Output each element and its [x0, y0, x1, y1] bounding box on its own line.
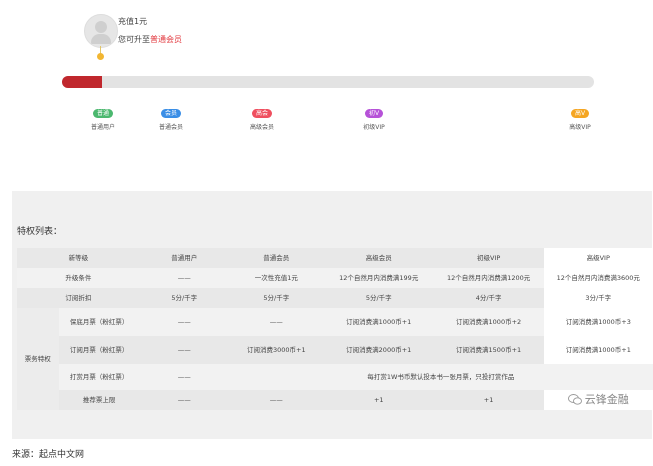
row-label: 升级条件: [17, 268, 140, 288]
table-cell: 3分/千字: [543, 288, 653, 308]
table-row: 票务特权 保底月票（粉红票） —— —— 订阅消费满1000币+1 订阅消费满1…: [17, 308, 653, 410]
table-header-row: 新等级 普通用户 普通会员 高级会员 初级VIP 高级VIP: [17, 248, 653, 268]
table-cell: 订阅消费满2000币+1: [323, 336, 434, 364]
membership-header: 充值1元 您可升至普通会员 普通 普通用户 会员 普通会员 高会 高级会员 初V…: [0, 0, 653, 190]
header-cell: 普通用户: [139, 248, 229, 268]
header-cell: 高级会员: [323, 248, 434, 268]
progress-pointer-dot: [97, 53, 104, 60]
level-badge: 高V: [570, 109, 590, 118]
avatar[interactable]: [84, 14, 118, 48]
level-badge: 高会: [251, 109, 272, 118]
table-cell: ——: [139, 336, 229, 364]
level-name: 初级VIP: [363, 124, 385, 131]
table-cell: 一次性充值1元: [228, 268, 324, 288]
section-title: 特权列表：: [17, 227, 63, 237]
row-label: 打赏月票（粉红票）: [58, 364, 140, 390]
table-cell: 订阅消费满1000币+2: [433, 308, 544, 336]
source-caption: 来源：起点中文网: [12, 450, 85, 460]
group-label: 票务特权: [17, 308, 59, 410]
upgrade-target-link[interactable]: 普通会员: [150, 35, 182, 44]
row-label: 推荐票上限: [58, 390, 140, 410]
table-cell: +1: [323, 390, 434, 410]
table-cell: 5分/千字: [139, 288, 229, 308]
header-cell: 初级VIP: [433, 248, 544, 268]
table-cell: 12个自然月内消费满3600元: [543, 268, 653, 288]
table-cell: ——: [139, 364, 229, 390]
watermark-text: 云锋金融: [584, 393, 629, 406]
header-cell: 新等级: [17, 248, 140, 268]
level-senior-member: 高会 高级会员: [232, 100, 292, 131]
level-name: 高级会员: [249, 124, 274, 131]
level-normal-user: 普通 普通用户: [73, 100, 133, 131]
level-badge: 会员: [160, 109, 181, 118]
table-cell: 4分/千字: [433, 288, 544, 308]
header-cell: 高级VIP: [543, 248, 653, 268]
table-cell: ——: [139, 390, 229, 410]
progress-fill: [62, 76, 102, 88]
progress-track: [62, 76, 594, 88]
table-cell: 5分/千字: [228, 288, 324, 308]
level-badge: 初V: [364, 109, 384, 118]
row-label: 订阅折扣: [17, 288, 140, 308]
upgrade-prefix: 您可升至: [118, 35, 150, 44]
table-cell: 5分/千字: [323, 288, 434, 308]
table-cell: ——: [228, 308, 324, 336]
table-row: 升级条件 —— 一次性充值1元 12个自然月内消费满199元 12个自然月内消费…: [17, 268, 653, 288]
level-name: 普通用户: [90, 124, 115, 131]
row-label: 保底月票（粉红票）: [58, 308, 140, 336]
table-cell: ——: [228, 390, 324, 410]
table-row: 推荐票上限 —— —— +1 +1 云锋金融: [17, 390, 653, 410]
watermark-cell: 云锋金融: [543, 390, 653, 410]
table-row: 订阅折扣 5分/千字 5分/千字 5分/千字 4分/千字 3分/千字: [17, 288, 653, 308]
table-cell: 订阅消费满1000币+1: [323, 308, 434, 336]
level-name: 高级VIP: [569, 124, 591, 131]
level-name: 普通会员: [158, 124, 183, 131]
table-row: 订阅月票（粉红票） —— 订阅消费3000币+1 订阅消费满2000币+1 订阅…: [17, 336, 653, 364]
header-cell: 普通会员: [228, 248, 324, 268]
table-cell: +1: [433, 390, 544, 410]
level-badge: 普通: [92, 109, 113, 118]
table-cell: 订阅消费3000币+1: [228, 336, 324, 364]
row-label: 订阅月票（粉红票）: [58, 336, 140, 364]
table-cell: 12个自然月内消费满1200元: [433, 268, 544, 288]
table-cell: 订阅消费满1000币+3: [543, 308, 653, 336]
table-cell-span: 每打赏1W书币默认投本书一张月票，只投打赏作品: [228, 364, 653, 390]
table-cell: 12个自然月内消费满199元: [323, 268, 434, 288]
table-row: 打赏月票（粉红票） —— 每打赏1W书币默认投本书一张月票，只投打赏作品: [17, 364, 653, 390]
privilege-table: 新等级 普通用户 普通会员 高级会员 初级VIP 高级VIP 升级条件 —— 一…: [17, 248, 653, 410]
level-senior-vip: 高V 高级VIP: [550, 100, 610, 131]
table-cell: 订阅消费满1500币+1: [433, 336, 544, 364]
table-cell: 订阅消费满1000币+1: [543, 336, 653, 364]
level-junior-vip: 初V 初级VIP: [344, 100, 404, 131]
level-member: 会员 普通会员: [141, 100, 201, 131]
charge-text: 充值1元: [118, 17, 148, 26]
upgrade-text: 您可升至普通会员: [118, 34, 182, 45]
table-cell: ——: [139, 308, 229, 336]
wechat-icon: [567, 394, 582, 405]
watermark: 云锋金融: [567, 393, 629, 406]
table-cell: ——: [139, 268, 229, 288]
